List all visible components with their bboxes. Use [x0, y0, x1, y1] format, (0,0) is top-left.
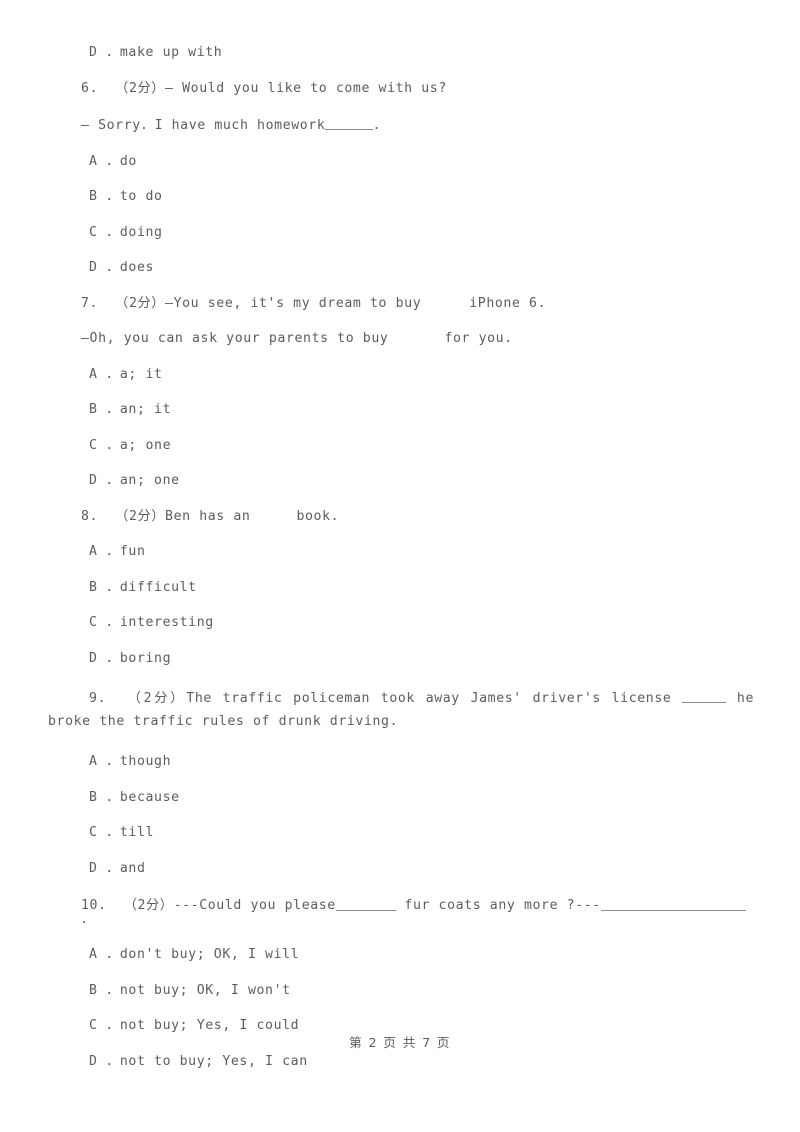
answer-blank[interactable]	[682, 690, 727, 704]
option-item: D ．make up with	[89, 45, 223, 60]
option-item-8-a: A ．fun	[89, 544, 146, 560]
option-item-7-c: C ．a; one	[89, 437, 172, 453]
option-item-9-d: D ．and	[89, 860, 146, 876]
page-content: D ．make up with 6. （2分）— Would you like …	[48, 46, 754, 1090]
question-stem-6: 6. （2分）— Would you like to come with us?	[81, 80, 447, 96]
option-item-7-b: B ．an; it	[89, 402, 172, 418]
dialog-tail-7: for you.	[444, 331, 513, 347]
stem-text-8: 8. （2分）Ben has an	[81, 508, 251, 524]
option-item-10-b: B ．not buy; OK, I won't	[89, 982, 291, 998]
option-item-6-d: D ．does	[89, 260, 155, 276]
option-item-6-c: C ．doing	[89, 224, 163, 240]
dialog-text-6: — Sorry．I have much homework	[81, 118, 326, 134]
exam-page: D ．make up with 6. （2分）— Would you like …	[0, 0, 800, 1132]
dialog-text-7: —Oh, you can ask your parents to buy	[81, 331, 389, 347]
answer-blank[interactable]	[335, 897, 396, 911]
answer-blank[interactable]	[600, 897, 746, 911]
stem-text-10: 10. （2分）---Could you please	[81, 898, 336, 914]
question-stem-9: 9. （2分）The traffic policeman took away J…	[48, 687, 754, 733]
option-item-9-c: C ．till	[89, 825, 155, 841]
option-item-10-d: D ．not to buy; Yes, I can	[89, 1053, 308, 1069]
question-dialog-6: — Sorry．I have much homework ．	[48, 117, 754, 132]
stem-tail-8: book.	[296, 508, 340, 524]
option-item-7-d: D ．an; one	[89, 473, 180, 489]
stem-middle-10: fur coats any more ?---	[395, 898, 601, 914]
stem-tail-10: ．	[81, 911, 95, 927]
stem-text-9: 9. （2分）The traffic policeman took away J…	[89, 691, 683, 707]
question-stem-7: 7. （2分）—You see, it's my dream to buy iPh…	[48, 297, 754, 310]
page-footer: 第 2 页 共 7 页	[349, 1035, 451, 1050]
option-item-6-b: B ．to do	[89, 189, 163, 205]
question-dialog-7: —Oh, you can ask your parents to buy for …	[48, 332, 754, 345]
option-item-9-a: A ．though	[89, 754, 172, 770]
option-item-6-a: A ．do	[89, 153, 137, 169]
option-item-10-a: A ．don't buy; OK, I will	[89, 947, 300, 963]
answer-blank[interactable]	[325, 117, 374, 131]
stem-tail-7: iPhone 6.	[469, 295, 547, 311]
option-item-8-d: D ．boring	[89, 650, 172, 666]
option-item-9-b: B ．because	[89, 789, 180, 805]
option-item-7-a: A ．a; it	[89, 366, 163, 382]
option-item-8-c: C ．interesting	[89, 615, 214, 631]
question-stem-10: 10. （2分）---Could you please fur coats an…	[48, 897, 754, 926]
dialog-tail-6: ．	[373, 118, 388, 134]
option-item-8-b: B ．difficult	[89, 579, 197, 595]
option-item-10-c: C ．not buy; Yes, I could	[89, 1018, 300, 1034]
stem-text-7: 7. （2分）—You see, it's my dream to buy	[81, 295, 422, 311]
question-stem-8: 8. （2分）Ben has an book.	[48, 510, 754, 523]
